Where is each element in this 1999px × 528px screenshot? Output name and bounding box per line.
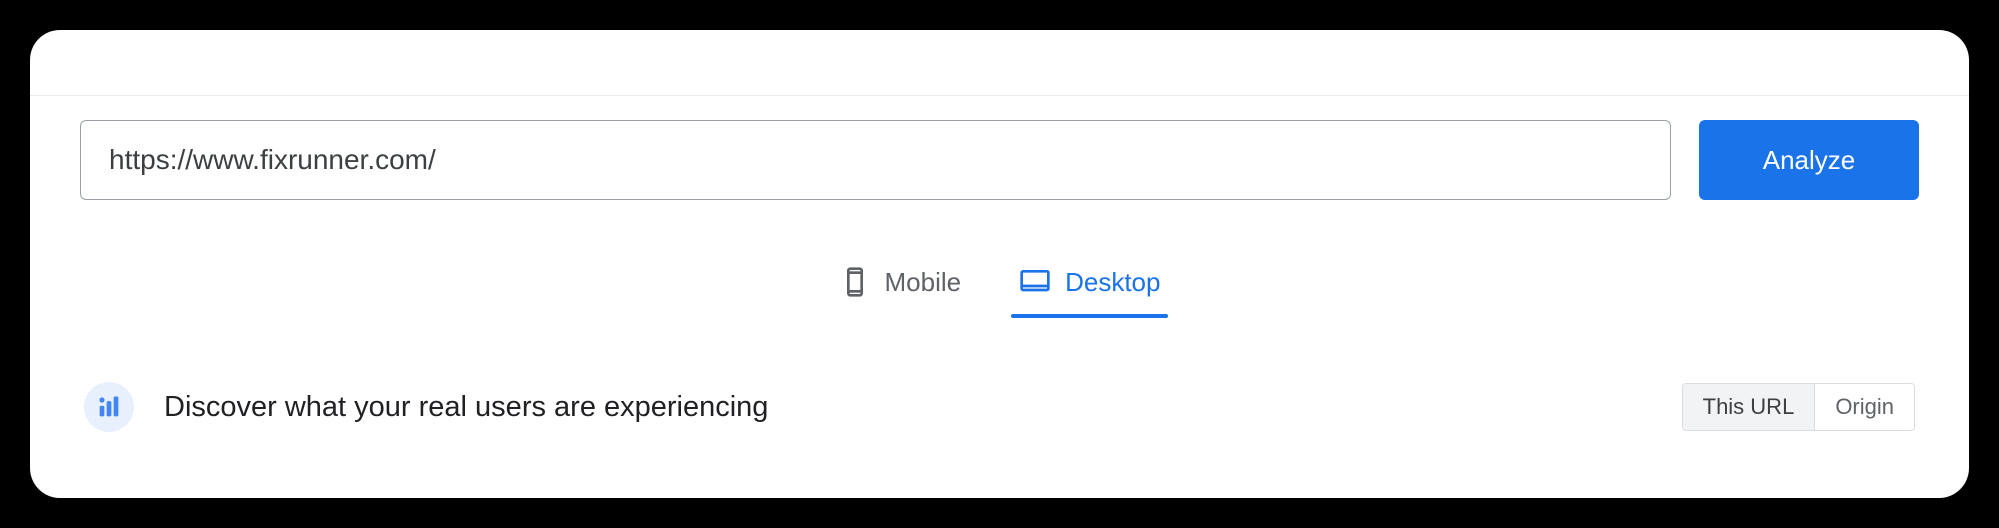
pagespeed-window: Analyze Mobile Desktop (30, 30, 1969, 498)
device-tabs: Mobile Desktop (80, 258, 1919, 318)
desktop-icon (1019, 266, 1051, 298)
discover-row: Discover what your real users are experi… (80, 382, 1919, 432)
mobile-icon (839, 266, 871, 298)
tab-mobile[interactable]: Mobile (835, 258, 966, 318)
tab-desktop[interactable]: Desktop (1015, 258, 1164, 318)
scope-origin[interactable]: Origin (1815, 384, 1914, 430)
main-content: Analyze Mobile Desktop (30, 30, 1969, 432)
tab-desktop-label: Desktop (1065, 267, 1160, 298)
tab-mobile-label: Mobile (885, 267, 962, 298)
url-input[interactable] (80, 120, 1671, 200)
crux-icon (84, 382, 134, 432)
analyze-button[interactable]: Analyze (1699, 120, 1919, 200)
discover-heading: Discover what your real users are experi… (164, 391, 1682, 424)
top-divider (30, 95, 1969, 96)
url-row: Analyze (80, 120, 1919, 200)
scope-this-url[interactable]: This URL (1683, 384, 1816, 430)
scope-toggle: This URL Origin (1682, 383, 1915, 431)
